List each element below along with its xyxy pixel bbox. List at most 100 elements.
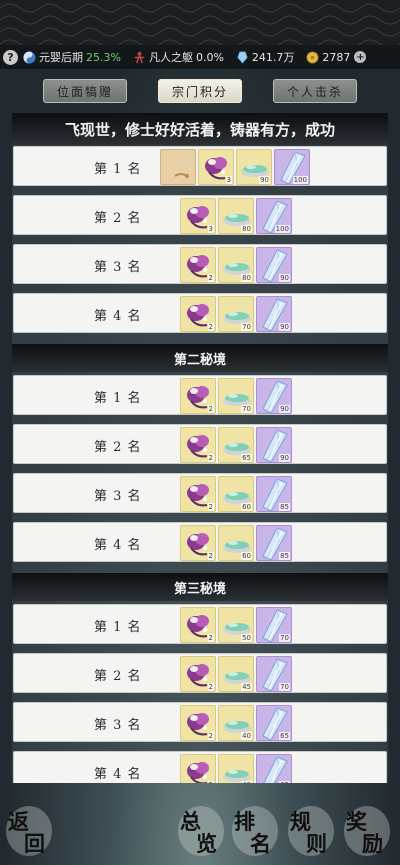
crystal-item-icon[interactable]: 85 xyxy=(256,525,292,561)
item-count: 60 xyxy=(241,552,252,560)
yin-yang-icon xyxy=(23,50,36,64)
button-char-2: 则 xyxy=(306,831,327,856)
stage-percent: 25.3% xyxy=(86,50,121,64)
crystal-item-icon[interactable]: 90 xyxy=(256,247,292,283)
reward-row: 第 4 名 2 60 85 xyxy=(13,522,387,562)
reward-items: 2 50 70 xyxy=(180,607,294,643)
rank-label: 第 1 名 xyxy=(94,391,142,406)
item-count: 2 xyxy=(207,683,214,691)
flower-item-icon[interactable]: 2 xyxy=(180,607,216,643)
herb-item-icon[interactable]: 80 xyxy=(218,247,254,283)
top-wave-pattern xyxy=(0,0,400,49)
herb-item-icon[interactable]: 80 xyxy=(218,198,254,234)
flower-item-icon[interactable]: 2 xyxy=(180,247,216,283)
reward-items: 2 45 70 xyxy=(180,656,294,692)
flower-item-icon[interactable]: 3 xyxy=(198,149,234,185)
rank-label: 第 1 名 xyxy=(94,620,142,635)
herb-item-icon[interactable]: 45 xyxy=(218,656,254,692)
reward-items: 2 70 90 xyxy=(180,378,294,414)
reward-items: 3 80 100 xyxy=(180,198,294,234)
flower-item-icon[interactable]: 2 xyxy=(180,296,216,332)
item-count: 90 xyxy=(279,323,290,331)
flower-item-icon[interactable]: 3 xyxy=(180,198,216,234)
flower-item-icon[interactable]: 2 xyxy=(180,427,216,463)
herb-item-icon[interactable]: 90 xyxy=(236,149,272,185)
back-button[interactable]: 返回 xyxy=(6,806,54,862)
scroll-item-icon[interactable] xyxy=(160,149,196,185)
tab-sect-points[interactable]: 宗门积分 xyxy=(158,79,242,103)
reward-items: 2 65 90 xyxy=(180,427,294,463)
herb-item-icon[interactable]: 60 xyxy=(218,476,254,512)
herb-item-icon[interactable]: 40 xyxy=(218,754,254,783)
item-count: 2 xyxy=(207,274,214,282)
flower-item-icon[interactable]: 2 xyxy=(180,754,216,783)
item-count: 70 xyxy=(279,683,290,691)
rank-label: 第 4 名 xyxy=(94,309,142,324)
herb-item-icon[interactable]: 70 xyxy=(218,296,254,332)
crystal-item-icon[interactable]: 65 xyxy=(256,705,292,741)
crystal-item-icon[interactable]: 90 xyxy=(256,296,292,332)
spirit-stones-value: 241.7万 xyxy=(251,51,295,64)
help-button[interactable]: ? xyxy=(3,49,18,65)
item-count: 40 xyxy=(241,732,252,740)
coins: 2787 + xyxy=(306,51,367,64)
ranking-button[interactable]: 排名 xyxy=(232,806,280,862)
herb-item-icon[interactable]: 50 xyxy=(218,607,254,643)
reward-row: 第 1 名 3 90 100 xyxy=(13,146,387,186)
rank-label: 第 1 名 xyxy=(94,162,142,177)
reward-row: 第 4 名 2 40 65 xyxy=(13,751,387,783)
tab-personal-kills[interactable]: 个人击杀 xyxy=(273,79,357,103)
cultivation-stage: 元婴后期 25.3% xyxy=(23,49,121,65)
tab-plane-rewards[interactable]: 位面犒赠 xyxy=(43,79,127,103)
rank-label: 第 4 名 xyxy=(94,767,142,782)
crystal-item-icon[interactable]: 90 xyxy=(256,427,292,463)
crystal-item-icon[interactable]: 85 xyxy=(256,476,292,512)
crystal-item-icon[interactable]: 70 xyxy=(256,656,292,692)
flower-item-icon[interactable]: 2 xyxy=(180,705,216,741)
flower-item-icon[interactable]: 2 xyxy=(180,378,216,414)
reward-items: 2 80 90 xyxy=(180,247,294,283)
body-stage: 凡人之躯 0.0% xyxy=(133,49,224,65)
item-count: 40 xyxy=(241,781,252,783)
overview-button[interactable]: 总览 xyxy=(178,806,226,862)
button-char-2: 回 xyxy=(24,831,45,856)
reward-items: 2 40 65 xyxy=(180,754,294,783)
rules-button[interactable]: 规则 xyxy=(288,806,336,862)
item-count: 45 xyxy=(241,683,252,691)
flower-item-icon[interactable]: 2 xyxy=(180,656,216,692)
crystal-item-icon[interactable]: 100 xyxy=(256,198,292,234)
item-count: 90 xyxy=(279,405,290,413)
item-count: 70 xyxy=(241,323,252,331)
item-count: 2 xyxy=(207,552,214,560)
item-count: 100 xyxy=(274,225,290,233)
crystal-item-icon[interactable]: 65 xyxy=(256,754,292,783)
flower-item-icon[interactable]: 2 xyxy=(180,476,216,512)
crystal-item-icon[interactable]: 70 xyxy=(256,607,292,643)
item-count: 3 xyxy=(225,176,232,184)
spirit-stone-icon xyxy=(237,51,248,64)
herb-item-icon[interactable]: 40 xyxy=(218,705,254,741)
item-count: 70 xyxy=(279,634,290,642)
rank-label: 第 3 名 xyxy=(94,489,142,504)
bottom-nav: 返回 总览排名规则奖励 xyxy=(0,800,400,865)
item-count: 80 xyxy=(241,274,252,282)
rewards-button[interactable]: 奖励 xyxy=(344,806,392,862)
reward-row: 第 2 名 3 80 100 xyxy=(13,195,387,235)
herb-item-icon[interactable]: 70 xyxy=(218,378,254,414)
rank-label: 第 2 名 xyxy=(94,669,142,684)
rank-label: 第 3 名 xyxy=(94,260,142,275)
item-count: 60 xyxy=(241,503,252,511)
add-coins-button[interactable]: + xyxy=(354,51,367,63)
crystal-item-icon[interactable]: 100 xyxy=(274,149,310,185)
crystal-item-icon[interactable]: 90 xyxy=(256,378,292,414)
button-char-2: 励 xyxy=(362,831,383,856)
herb-item-icon[interactable]: 65 xyxy=(218,427,254,463)
rank-label: 第 2 名 xyxy=(94,211,142,226)
item-count: 90 xyxy=(279,454,290,462)
item-count: 70 xyxy=(241,405,252,413)
reward-list[interactable]: 飞现世，修士好好活着，铸器有方，成功第 1 名 3 90 100 第 2 名 3 80 100… xyxy=(12,113,388,783)
reward-items: 2 40 65 xyxy=(180,705,294,741)
herb-item-icon[interactable]: 60 xyxy=(218,525,254,561)
item-count: 65 xyxy=(279,732,290,740)
flower-item-icon[interactable]: 2 xyxy=(180,525,216,561)
